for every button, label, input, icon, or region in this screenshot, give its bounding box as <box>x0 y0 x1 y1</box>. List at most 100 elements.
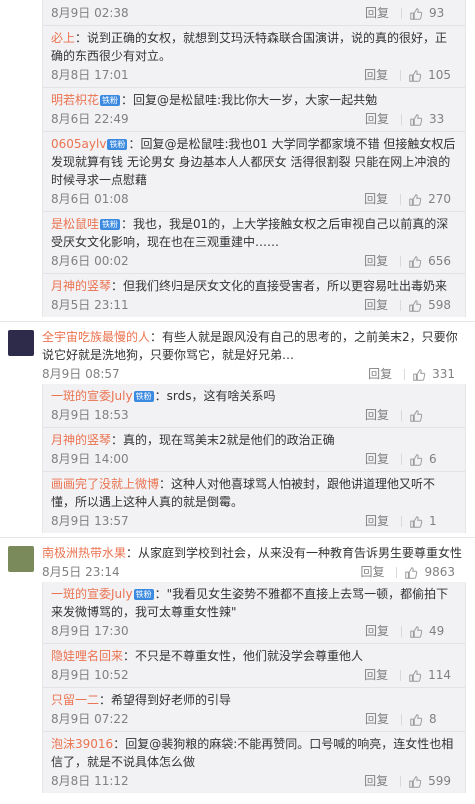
reply-button[interactable]: 回复 <box>364 189 388 209</box>
actions: 回复 9863 <box>360 562 455 582</box>
reply-text-block: 是松鼠哇 铁粉 ：我也，我是01的，上大学接触女权之后审视自己以前真的深受厌女文化影… <box>51 215 457 251</box>
reply-text-block: 明若枳花 铁粉 ：回复@是松鼠哇:我比你大一岁，大家一起共勉 <box>51 91 457 109</box>
separator: ： <box>154 587 167 601</box>
reply-list: 一斑的宣委July 铁粉 ："我看见女生姿势不雅都不直接上去骂一顿，都偷拍下来发微博… <box>42 582 466 793</box>
fan-badge: 铁粉 <box>100 219 121 230</box>
username-link[interactable]: 月神的竖琴 <box>51 433 111 447</box>
actions: 回复 <box>365 405 451 425</box>
username-link[interactable]: 0605aylv <box>51 137 106 151</box>
separator: ： <box>123 649 136 663</box>
reply-button[interactable]: 回复 <box>364 771 388 791</box>
avatar[interactable] <box>8 330 34 356</box>
actions: 回复 6 <box>365 449 451 469</box>
timestamp: 8月9日 13:57 <box>51 514 129 528</box>
like-count[interactable]: 331 <box>432 364 455 384</box>
thumbs-up-icon[interactable] <box>409 625 423 639</box>
reply-item: 明若枳花 铁粉 ：回复@是松鼠哇:我比你大一岁，大家一起共勉 8月6日 22:49 回复… <box>43 88 465 132</box>
like-count[interactable]: 9863 <box>424 562 455 582</box>
comment-meta: 8月6日 01:08 回复 270 <box>51 189 457 209</box>
comment-meta: 8月5日 23:11 回复 598 <box>51 295 457 315</box>
like-count[interactable]: 49 <box>429 621 451 641</box>
reply-text: 希望得到好老师的引导 <box>111 693 232 707</box>
like-count[interactable]: 33 <box>429 109 451 129</box>
reply-button[interactable]: 回复 <box>360 562 384 582</box>
comment-text-block: 全宇宙吃族最慢的人：有些人就是跟风没有自己的思考的，之前美末2，只要你说它好就是… <box>42 328 467 364</box>
timestamp: 8月5日 23:14 <box>42 565 120 579</box>
divider <box>401 516 402 527</box>
timestamp: 8月6日 00:02 <box>51 254 129 268</box>
comment-meta: 8月9日 18:53 回复 <box>51 405 457 425</box>
thumbs-up-icon[interactable] <box>409 515 423 529</box>
thumbs-up-icon[interactable] <box>408 669 422 683</box>
username-link[interactable]: 明若枳花 <box>51 93 99 107</box>
username-link[interactable]: 是松鼠哇 <box>51 217 99 231</box>
like-count[interactable]: 6 <box>429 449 451 469</box>
like-count[interactable]: 598 <box>428 295 451 315</box>
like-count[interactable]: 114 <box>428 665 451 685</box>
username-link[interactable]: 月神的竖琴 <box>51 279 111 293</box>
timestamp: 8月8日 11:12 <box>51 774 129 788</box>
reply-item: 月神的竖琴：真的，现在骂美末2就是他们的政治正确 8月9日 14:00 回复 6 <box>43 428 465 472</box>
fan-badge: 铁粉 <box>133 391 154 402</box>
username-link[interactable]: 必上 <box>51 31 75 45</box>
divider <box>400 256 402 267</box>
thumbs-up-icon[interactable] <box>404 566 418 580</box>
thumbs-up-icon[interactable] <box>409 7 423 21</box>
reply-button[interactable]: 回复 <box>364 665 388 685</box>
thumbs-up-icon[interactable] <box>409 409 423 423</box>
thumbs-up-icon[interactable] <box>408 255 422 269</box>
reply-button[interactable]: 回复 <box>365 621 389 641</box>
thumbs-up-icon[interactable] <box>409 113 423 127</box>
thumbs-up-icon[interactable] <box>408 69 422 83</box>
username-link[interactable]: 泡沫39016 <box>51 737 113 751</box>
comment-meta: 8月8日 11:12 回复 599 <box>51 771 457 791</box>
like-count[interactable]: 8 <box>429 709 451 729</box>
thumbs-up-icon[interactable] <box>409 453 423 467</box>
reply-item: 泡沫39016：回复@裴狗粮的麻袋:不能再赞同。口号喊的响亮，连女性也相信了，就… <box>43 732 465 793</box>
reply-button[interactable]: 回复 <box>364 295 388 315</box>
reply-button[interactable]: 回复 <box>365 709 389 729</box>
like-count[interactable]: 93 <box>429 3 451 23</box>
reply-button[interactable]: 回复 <box>364 65 388 85</box>
thumbs-up-icon[interactable] <box>408 775 422 789</box>
actions: 回复 8 <box>365 709 451 729</box>
thumbs-up-icon[interactable] <box>408 299 422 313</box>
like-count[interactable]: 599 <box>428 771 451 791</box>
timestamp: 8月5日 23:11 <box>51 298 129 312</box>
timestamp: 8月6日 01:08 <box>51 192 129 206</box>
comment-meta: 8月9日 13:57 回复 1 <box>51 511 457 531</box>
like-count[interactable]: 270 <box>428 189 451 209</box>
separator: ： <box>111 279 124 293</box>
comment-meta: 8月9日 07:22 回复 8 <box>51 709 457 729</box>
actions: 回复 1 <box>365 511 451 531</box>
separator: ： <box>99 693 112 707</box>
username-link[interactable]: 只留一二 <box>51 693 99 707</box>
avatar[interactable] <box>8 546 34 572</box>
username-link[interactable]: 南极洲热带水果 <box>42 546 126 560</box>
thumbs-up-icon[interactable] <box>408 193 422 207</box>
username-link[interactable]: 一斑的宣委July <box>51 389 133 403</box>
separator: ： <box>126 546 139 560</box>
like-count[interactable]: 105 <box>428 65 451 85</box>
reply-button[interactable]: 回复 <box>365 405 389 425</box>
reply-button[interactable]: 回复 <box>365 511 389 531</box>
reply-button[interactable]: 回复 <box>365 109 389 129</box>
actions: 回复 33 <box>365 109 451 129</box>
reply-button[interactable]: 回复 <box>365 3 389 23</box>
fan-badge: 铁粉 <box>100 95 121 106</box>
username-link[interactable]: 一斑的宣委July <box>51 587 133 601</box>
reply-item: 月神的竖琴：但我们终归是厌女文化的直接受害者，所以更容易吐出毒奶来 8月5日 23… <box>43 274 465 317</box>
fan-badge: 铁粉 <box>133 589 154 600</box>
username-link[interactable]: 画画完了没就上微博 <box>51 477 159 491</box>
reply-button[interactable]: 回复 <box>365 449 389 469</box>
username-link[interactable]: 隐娃哩名回来 <box>51 649 123 663</box>
reply-item: 一斑的宣委July 铁粉 ：srds，这有啥关系吗 8月9日 18:53 回复 <box>43 384 465 428</box>
reply-button[interactable]: 回复 <box>364 251 388 271</box>
thumbs-up-icon[interactable] <box>412 368 426 382</box>
like-count[interactable]: 1 <box>429 511 451 531</box>
username-link[interactable]: 全宇宙吃族最慢的人 <box>42 330 150 344</box>
like-count[interactable]: 656 <box>428 251 451 271</box>
thumbs-up-icon[interactable] <box>409 713 423 727</box>
reply-text: 回复@是松鼠哇:我比你大一岁，大家一起共勉 <box>133 93 378 107</box>
reply-button[interactable]: 回复 <box>368 364 392 384</box>
